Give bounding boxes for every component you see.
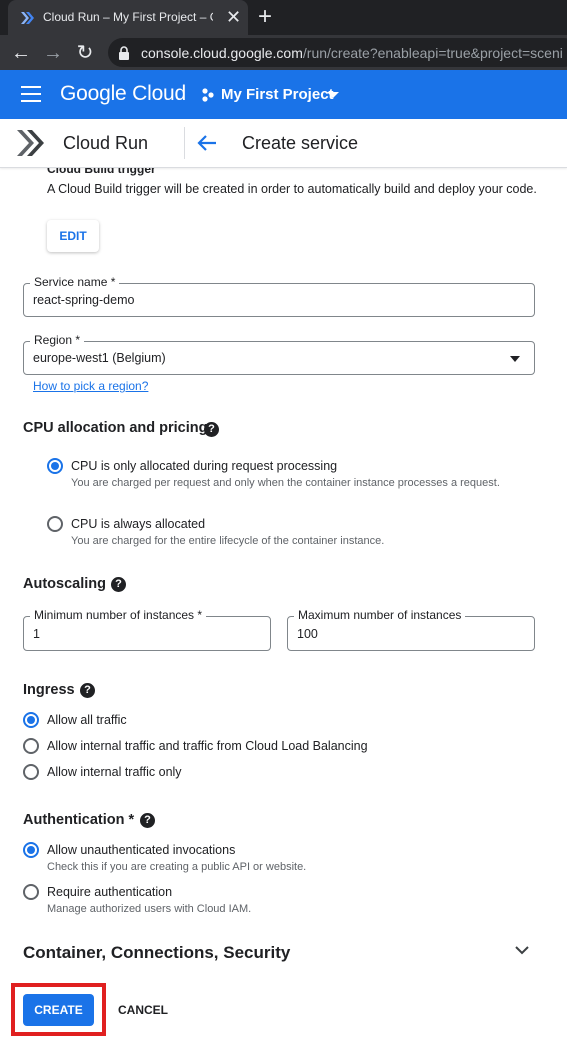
max-instances-label: Maximum number of instances [294, 608, 466, 622]
max-instances-value: 100 [297, 627, 318, 641]
project-icon [202, 88, 214, 102]
product-name: Cloud Run [63, 133, 149, 153]
cloud-run-logo-icon [17, 130, 44, 156]
min-instances-field[interactable]: Minimum number of instances * 1 [23, 608, 271, 651]
help-icon[interactable]: ? [140, 813, 155, 828]
ingress-internal-lb-radio[interactable] [23, 738, 39, 754]
reload-icon[interactable]: ↻ [73, 41, 97, 65]
forward-icon[interactable]: → [41, 41, 65, 65]
tab-title: Cloud Run – My First Project – Go [43, 10, 213, 24]
cpu-request-radio[interactable] [47, 458, 63, 474]
cpu-always-label: CPU is always allocated [71, 517, 206, 531]
browser-tab[interactable]: Cloud Run – My First Project – Go ✕ [8, 0, 248, 35]
autoscaling-title: Autoscaling [23, 576, 106, 592]
ingress-all-label: Allow all traffic [47, 713, 127, 727]
region-value: europe-west1 (Belgium) [33, 351, 166, 365]
service-name-field[interactable]: Service name * react-spring-demo [23, 275, 535, 317]
google-cloud-logo[interactable]: Google Cloud [60, 82, 186, 106]
project-selector[interactable]: My First Project [221, 86, 334, 103]
auth-required-label: Require authentication [47, 885, 173, 899]
service-name-label: Service name * [30, 275, 120, 289]
url-host: console.cloud.google.com [141, 45, 303, 61]
auth-unauthenticated-radio[interactable] [23, 842, 39, 858]
ingress-internal-label: Allow internal traffic only [47, 765, 182, 779]
region-select[interactable]: Region * europe-west1 (Belgium) [23, 333, 535, 375]
cancel-button[interactable]: CANCEL [112, 994, 174, 1026]
create-service-form: Cloud Build trigger A Cloud Build trigge… [0, 168, 567, 1048]
cloud-run-favicon-icon [21, 12, 34, 24]
gcp-top-bar: Google Cloud My First Project [0, 70, 567, 119]
max-instances-field[interactable]: Maximum number of instances 100 [287, 608, 535, 651]
cpu-request-label: CPU is only allocated during request pro… [71, 459, 338, 473]
cloud-build-description: A Cloud Build trigger will be created in… [47, 182, 537, 196]
region-help-link[interactable]: How to pick a region? [33, 379, 148, 393]
ingress-title: Ingress [23, 682, 75, 698]
header-divider [184, 127, 185, 159]
service-name-value: react-spring-demo [33, 293, 135, 307]
project-dropdown-icon[interactable] [327, 92, 339, 98]
address-bar[interactable]: console.cloud.google.com/run/create?enab… [108, 38, 567, 67]
ingress-internal-radio[interactable] [23, 764, 39, 780]
cloud-build-title: Cloud Build trigger [47, 168, 156, 176]
browser-toolbar: ← → ↻ console.cloud.google.com/run/creat… [0, 35, 567, 70]
back-arrow-icon[interactable] [196, 133, 218, 153]
auth-required-help: Manage authorized users with Cloud IAM. [47, 903, 252, 915]
ingress-all-radio[interactable] [23, 712, 39, 728]
cpu-always-radio[interactable] [47, 516, 63, 532]
cpu-section-title: CPU allocation and pricing [23, 420, 208, 436]
auth-unauthenticated-help: Check this if you are creating a public … [47, 861, 307, 873]
create-button[interactable]: CREATE [23, 994, 94, 1026]
min-instances-value: 1 [33, 627, 40, 641]
help-icon[interactable]: ? [204, 422, 219, 437]
product-header: Cloud Run Create service [0, 119, 567, 168]
url-path: /run/create?enableapi=true&project=sceni [302, 45, 563, 61]
region-label: Region * [30, 333, 85, 347]
auth-required-radio[interactable] [23, 884, 39, 900]
menu-icon[interactable] [21, 86, 41, 102]
lock-icon [119, 46, 129, 60]
auth-unauthenticated-label: Allow unauthenticated invocations [47, 843, 236, 857]
back-icon[interactable]: ← [9, 41, 33, 65]
browser-tab-bar: Cloud Run – My First Project – Go ✕ + [0, 0, 567, 35]
authentication-title: Authentication * [23, 812, 135, 828]
ingress-internal-lb-label: Allow internal traffic and traffic from … [47, 739, 368, 753]
advanced-settings-title[interactable]: Container, Connections, Security [23, 943, 290, 963]
help-icon[interactable]: ? [80, 683, 95, 698]
url-text: console.cloud.google.com/run/create?enab… [141, 45, 563, 61]
help-icon[interactable]: ? [111, 577, 126, 592]
edit-button[interactable]: EDIT [47, 220, 99, 252]
chevron-down-icon[interactable] [514, 945, 530, 955]
page-title: Create service [242, 133, 359, 153]
cpu-always-help: You are charged for the entire lifecycle… [71, 535, 385, 547]
cpu-request-help: You are charged per request and only whe… [71, 477, 500, 489]
new-tab-icon[interactable]: + [258, 5, 272, 29]
close-tab-icon[interactable]: ✕ [226, 7, 241, 27]
min-instances-label: Minimum number of instances * [30, 608, 207, 622]
dropdown-arrow-icon [510, 356, 520, 362]
